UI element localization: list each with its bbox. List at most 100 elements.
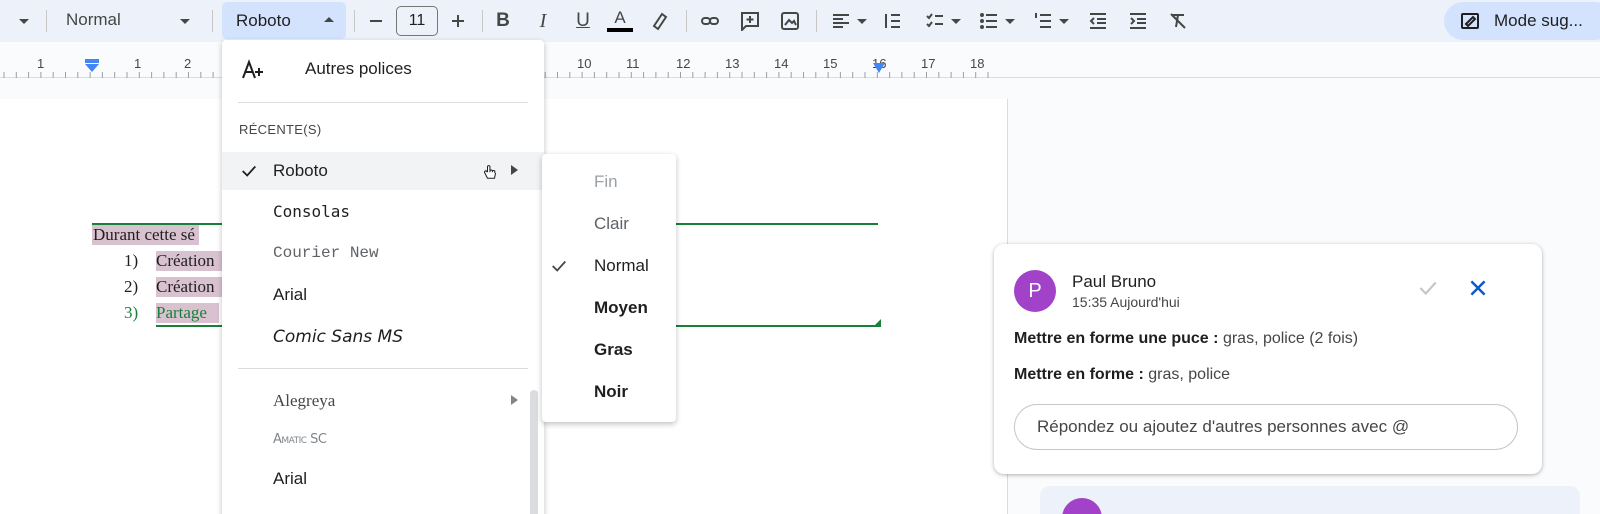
line-spacing-button[interactable] <box>880 0 904 42</box>
highlighter-icon <box>652 12 668 31</box>
numbered-list-button[interactable] <box>1028 0 1074 42</box>
toolbar-divider <box>212 10 213 32</box>
menu-scrollbar[interactable] <box>530 390 538 514</box>
clear-formatting-button[interactable] <box>1166 0 1190 42</box>
hand-cursor-icon <box>484 165 496 179</box>
font-option-consolas[interactable]: Consolas <box>222 192 544 230</box>
submenu-arrow-icon <box>511 395 518 405</box>
font-option-courier-new[interactable]: Courier New <box>222 234 544 272</box>
font-option-arial[interactable]: Arial <box>222 460 544 498</box>
weight-option-label: Normal <box>594 256 649 275</box>
link-icon <box>701 17 719 25</box>
insert-link-button[interactable] <box>698 0 722 42</box>
line-spacing-icon <box>885 14 900 28</box>
font-option-label: Alegreya <box>273 391 336 410</box>
suggestion-detail: Mettre en forme une puce : gras, police … <box>1014 330 1358 348</box>
ruler-number: 1 <box>37 56 45 71</box>
right-indent-marker[interactable] <box>872 62 886 74</box>
minus-icon <box>370 20 382 22</box>
weight-option-label: Fin <box>594 172 618 191</box>
chevron-down-icon <box>951 18 961 24</box>
suggestion-label: Mettre en forme : <box>1014 366 1144 383</box>
checklist-button[interactable] <box>920 0 966 42</box>
weight-option-label: Moyen <box>594 298 648 317</box>
more-fonts-menu-item[interactable]: Autres polices <box>222 50 544 88</box>
toolbar-divider <box>686 10 687 32</box>
check-icon <box>1419 281 1437 296</box>
weight-option-bold[interactable]: Gras <box>542 330 676 370</box>
list-item: 2) <box>124 277 138 297</box>
toolbar-divider <box>816 10 817 32</box>
paragraph-style-label: Normal <box>66 10 121 29</box>
paragraph-style-select[interactable]: Normal <box>52 4 202 36</box>
image-icon <box>781 12 799 30</box>
bold-icon: B <box>496 10 510 31</box>
increase-indent-button[interactable] <box>1126 0 1150 42</box>
dropdown-caret[interactable] <box>14 0 34 42</box>
suggest-edit-icon <box>1461 13 1479 29</box>
font-option-amatic-sc[interactable]: Amatic SC <box>222 420 544 458</box>
ruler-number: 2 <box>184 56 192 71</box>
font-option-label: Courier New <box>273 244 379 262</box>
weight-option-black[interactable]: Noir <box>542 372 676 412</box>
numbered-list-icon <box>1035 13 1051 28</box>
list-item-text: Partage <box>156 303 219 323</box>
font-option-arial[interactable]: Arial <box>222 276 544 314</box>
weight-option-label: Gras <box>594 340 633 359</box>
plus-icon <box>452 15 464 27</box>
left-indent-marker[interactable] <box>84 59 100 75</box>
suggestion-mode-button[interactable]: Mode sug... <box>1444 2 1600 40</box>
underline-button[interactable]: U <box>573 0 593 42</box>
chevron-up-icon <box>324 17 334 22</box>
suggestion-comment-card[interactable]: P Paul Bruno 15:35 Aujourd'hui Mettre en… <box>994 244 1542 474</box>
list-number: 2) <box>124 277 139 296</box>
weight-option-medium[interactable]: Moyen <box>542 288 676 328</box>
checkmark-icon <box>552 260 566 272</box>
italic-button[interactable]: I <box>533 0 553 42</box>
chevron-down-icon <box>857 18 867 24</box>
weight-option-thin[interactable]: Fin <box>542 162 676 202</box>
menu-divider <box>238 368 528 369</box>
font-select-label: Roboto <box>236 10 291 30</box>
weight-option-light[interactable]: Clair <box>542 204 676 244</box>
doc-text: Création <box>156 277 215 296</box>
suggestion-label: Mettre en forme une puce : <box>1014 330 1219 347</box>
list-item: 1) <box>124 251 138 271</box>
font-select[interactable]: Roboto <box>222 2 346 39</box>
underline-icon: U <box>576 10 590 31</box>
reject-suggestion-button[interactable] <box>1464 274 1492 302</box>
decrease-indent-button[interactable] <box>1086 0 1110 42</box>
bulleted-list-button[interactable] <box>974 0 1020 42</box>
list-number: 3) <box>124 303 139 322</box>
decrease-font-size-button[interactable] <box>364 0 388 42</box>
next-comment-card[interactable] <box>1040 486 1580 514</box>
reply-input[interactable]: Répondez ou ajoutez d'autres personnes a… <box>1014 404 1518 450</box>
doc-text: Partage <box>156 303 207 322</box>
font-option-comic-sans[interactable]: Comic Sans MS <box>222 318 544 356</box>
add-comment-button[interactable] <box>738 0 762 42</box>
font-size-input[interactable]: 11 <box>396 6 438 36</box>
suggestion-mode-label: Mode sug... <box>1494 11 1583 30</box>
bold-button[interactable]: B <box>493 0 513 42</box>
font-option-roboto[interactable]: Roboto <box>222 152 544 190</box>
accept-suggestion-button[interactable] <box>1414 274 1442 302</box>
highlight-color-button[interactable] <box>648 0 670 42</box>
increase-font-size-button[interactable] <box>446 0 470 42</box>
text-color-bar <box>607 28 633 32</box>
chevron-down-icon <box>1005 18 1015 24</box>
align-button[interactable] <box>826 0 872 42</box>
weight-option-normal[interactable]: Normal <box>542 246 676 286</box>
close-icon <box>1470 280 1486 296</box>
doc-paragraph: Durant cette sé <box>92 225 199 245</box>
submenu-arrow-icon <box>511 165 518 175</box>
ruler-number: 13 <box>725 56 740 71</box>
toolbar-divider <box>482 10 483 32</box>
avatar <box>1062 498 1102 514</box>
insert-image-button[interactable] <box>778 0 802 42</box>
ruler-number: 1 <box>134 56 142 71</box>
font-option-label: Arial <box>273 469 308 488</box>
recent-fonts-heading: RÉCENTE(S) <box>239 122 322 137</box>
font-option-alegreya[interactable]: Alegreya <box>222 382 544 420</box>
font-menu: Autres polices RÉCENTE(S) Roboto Consola… <box>222 40 544 514</box>
text-color-button[interactable]: A <box>605 0 635 42</box>
